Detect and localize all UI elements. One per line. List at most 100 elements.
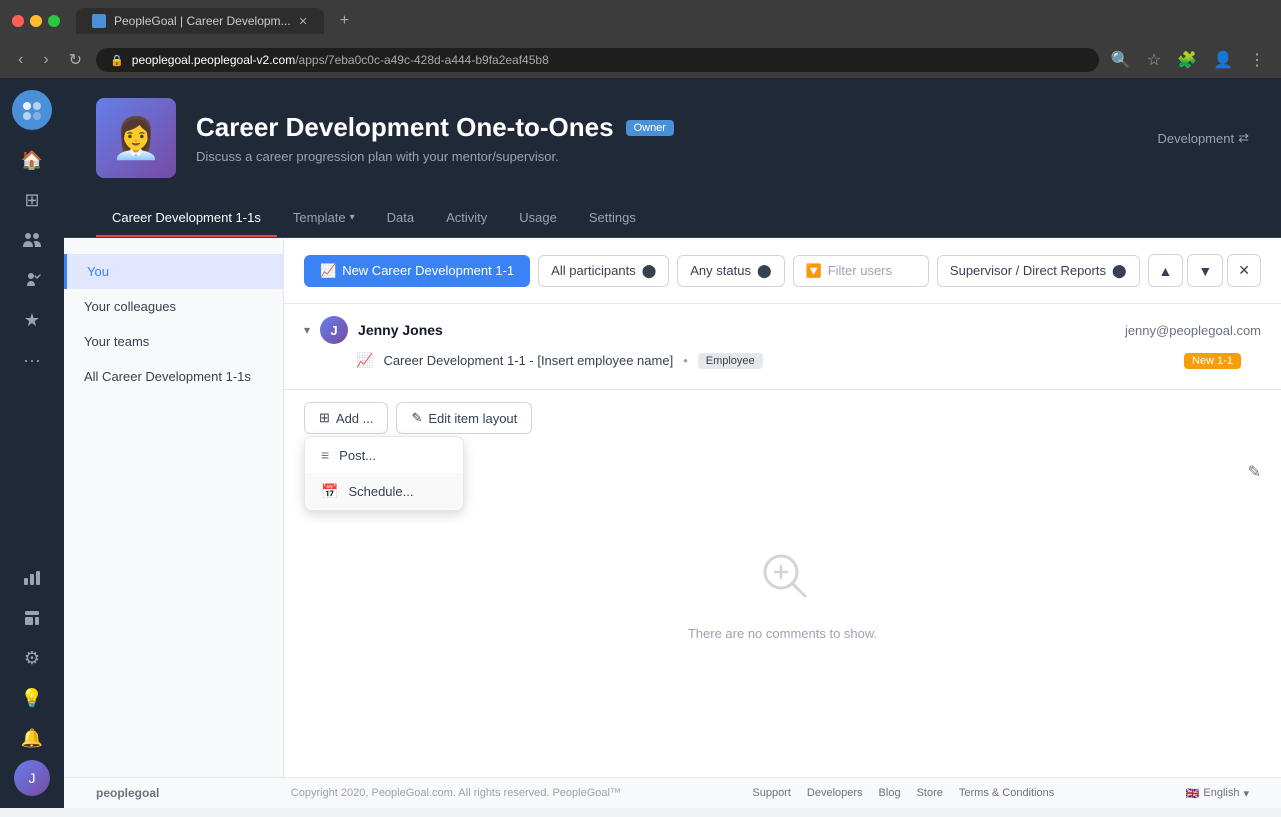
- tab-usage[interactable]: Usage: [503, 198, 573, 237]
- extensions-icon[interactable]: 🧩: [1173, 48, 1201, 72]
- supervisor-dropdown[interactable]: Supervisor / Direct Reports ⬤: [937, 255, 1140, 287]
- browser-toolbar-icons: 🔍 ☆ 🧩 👤 ⋮: [1107, 48, 1269, 72]
- footer-language[interactable]: 🇬🇧 English ▾: [1186, 787, 1249, 800]
- address-bar[interactable]: 🔒 peoplegoal.peoplegoal-v2.com/apps/7eba…: [96, 48, 1099, 72]
- close-window-dot[interactable]: [12, 15, 24, 27]
- main-content: Career Development One-to-Ones Owner Dis…: [64, 78, 1281, 808]
- lock-icon: 🔒: [110, 54, 124, 67]
- new-tab-button[interactable]: +: [332, 12, 357, 30]
- tab-activity[interactable]: Activity: [430, 198, 503, 237]
- content-area: You Your colleagues Your teams All Caree…: [64, 238, 1281, 777]
- environment-badge: Development ⇄: [1157, 130, 1249, 146]
- tab-title: PeopleGoal | Career Developm...: [114, 14, 291, 28]
- app-description: Discuss a career progression plan with y…: [196, 149, 1137, 164]
- back-button[interactable]: ‹: [12, 49, 29, 71]
- add-icon: ⊞: [319, 410, 330, 426]
- tab-template[interactable]: Template ▾: [277, 198, 371, 237]
- env-switch-icon[interactable]: ⇄: [1238, 130, 1249, 146]
- role-badge: Employee: [698, 353, 763, 369]
- browser-toolbar: ‹ › ↻ 🔒 peoplegoal.peoplegoal-v2.com/app…: [0, 42, 1281, 78]
- tab-data[interactable]: Data: [371, 198, 430, 237]
- sidebar-item-table[interactable]: [14, 600, 50, 636]
- down-arrow-button[interactable]: ▼: [1187, 254, 1223, 287]
- app-wrapper: 🏠 ⊞ ★ ···: [0, 78, 1281, 808]
- sidebar-item-grid[interactable]: ⊞: [14, 182, 50, 218]
- tab-career-dev[interactable]: Career Development 1-1s: [96, 198, 277, 237]
- post-icon: ≡: [321, 447, 329, 463]
- minimize-window-dot[interactable]: [30, 15, 42, 27]
- sidebar-item-settings[interactable]: ⚙: [14, 640, 50, 676]
- status-dropdown-icon: ⬤: [757, 263, 772, 279]
- sidebar: 🏠 ⊞ ★ ···: [0, 78, 64, 808]
- app-title: Career Development One-to-Ones: [196, 112, 614, 143]
- tab-close-button[interactable]: ✕: [299, 15, 308, 28]
- maximize-window-dot[interactable]: [48, 15, 60, 27]
- footer-link-store[interactable]: Store: [917, 787, 943, 799]
- sidebar-user-avatar[interactable]: J: [14, 760, 50, 796]
- edit-icon: ✎: [411, 410, 422, 426]
- career-item-row: 📈 Career Development 1-1 - [Insert emplo…: [304, 344, 1261, 377]
- forward-button[interactable]: ›: [37, 49, 54, 71]
- refresh-button[interactable]: ↻: [63, 48, 88, 72]
- owner-badge: Owner: [626, 120, 674, 136]
- empty-state-icon: [755, 546, 811, 614]
- footer-link-developers[interactable]: Developers: [807, 787, 863, 799]
- footer-link-terms[interactable]: Terms & Conditions: [959, 787, 1054, 799]
- footer-link-support[interactable]: Support: [752, 787, 791, 799]
- app-footer: peoplegoal Copyright 2020, PeopleGoal.co…: [64, 777, 1281, 808]
- tab-favicon: [92, 14, 106, 28]
- sidebar-item-colleagues[interactable]: Your colleagues: [64, 289, 283, 324]
- menu-icon[interactable]: ⋮: [1245, 48, 1269, 72]
- user-header-row[interactable]: ▾ J Jenny Jones jenny@peoplegoal.com: [304, 316, 1261, 344]
- career-item-name[interactable]: Career Development 1-1 - [Insert employe…: [383, 353, 673, 368]
- up-arrow-button[interactable]: ▲: [1148, 254, 1184, 287]
- browser-tab[interactable]: PeopleGoal | Career Developm... ✕: [76, 8, 324, 34]
- sidebar-item-lightbulb[interactable]: 💡: [14, 680, 50, 716]
- add-button[interactable]: ⊞ Add ...: [304, 402, 388, 434]
- user-chevron-icon: ▾: [304, 323, 310, 337]
- sidebar-item-more[interactable]: ···: [14, 342, 50, 378]
- bookmark-icon[interactable]: ☆: [1143, 48, 1165, 72]
- user-email-label: jenny@peoplegoal.com: [1125, 323, 1261, 338]
- sidebar-item-bell[interactable]: 🔔: [14, 720, 50, 756]
- sidebar-item-teams[interactable]: Your teams: [64, 324, 283, 359]
- sidebar-item-home[interactable]: 🏠: [14, 142, 50, 178]
- nav-tabs: Career Development 1-1s Template ▾ Data …: [64, 198, 1281, 238]
- edit-layout-button[interactable]: ✎ Edit item layout: [396, 402, 532, 434]
- content-toolbar: 📈 New Career Development 1-1 All partici…: [284, 238, 1281, 304]
- dropdown-schedule-item[interactable]: 📅 Schedule...: [305, 473, 463, 510]
- close-filter-button[interactable]: ✕: [1227, 254, 1261, 287]
- filter-icon: 🔽: [806, 263, 822, 279]
- participants-dropdown-icon: ⬤: [642, 263, 657, 279]
- sidebar-item-you[interactable]: You: [64, 254, 283, 289]
- sidebar-item-all[interactable]: All Career Development 1-1s: [64, 359, 283, 394]
- footer-link-blog[interactable]: Blog: [879, 787, 901, 799]
- sidebar-item-star[interactable]: ★: [14, 302, 50, 338]
- career-dot-separator: •: [683, 353, 688, 368]
- new-badge: New 1-1: [1184, 353, 1241, 369]
- add-dropdown-menu: ≡ Post... 📅 Schedule...: [304, 436, 464, 511]
- participants-dropdown[interactable]: All participants ⬤: [538, 255, 669, 287]
- left-panel: You Your colleagues Your teams All Caree…: [64, 238, 284, 777]
- schedule-icon: 📅: [321, 483, 338, 500]
- lang-dropdown-arrow: ▾: [1243, 787, 1249, 800]
- sidebar-item-people[interactable]: [14, 222, 50, 258]
- search-icon[interactable]: 🔍: [1107, 48, 1135, 72]
- empty-state-text: There are no comments to show.: [688, 626, 877, 641]
- toolbar-right-icons: ▲ ▼ ✕: [1148, 254, 1261, 287]
- tab-settings[interactable]: Settings: [573, 198, 652, 237]
- status-dropdown[interactable]: Any status ⬤: [677, 255, 784, 287]
- profile-icon[interactable]: 👤: [1209, 48, 1237, 72]
- url-display: peoplegoal.peoplegoal-v2.com/apps/7eba0c…: [132, 53, 549, 67]
- filter-users-input[interactable]: 🔽 Filter users: [793, 255, 929, 287]
- user-section: ▾ J Jenny Jones jenny@peoplegoal.com 📈 C…: [284, 304, 1281, 390]
- sidebar-item-chart[interactable]: [14, 560, 50, 596]
- sidebar-logo[interactable]: [12, 90, 52, 130]
- career-icon: 📈: [356, 352, 373, 369]
- app-header-avatar: [96, 98, 176, 178]
- footer-logo: peoplegoal: [96, 786, 159, 800]
- dropdown-post-item[interactable]: ≡ Post...: [305, 437, 463, 473]
- sidebar-item-user-check[interactable]: [14, 262, 50, 298]
- new-career-dev-button[interactable]: 📈 New Career Development 1-1: [304, 255, 530, 287]
- comments-edit-icon[interactable]: ✎: [1248, 462, 1261, 482]
